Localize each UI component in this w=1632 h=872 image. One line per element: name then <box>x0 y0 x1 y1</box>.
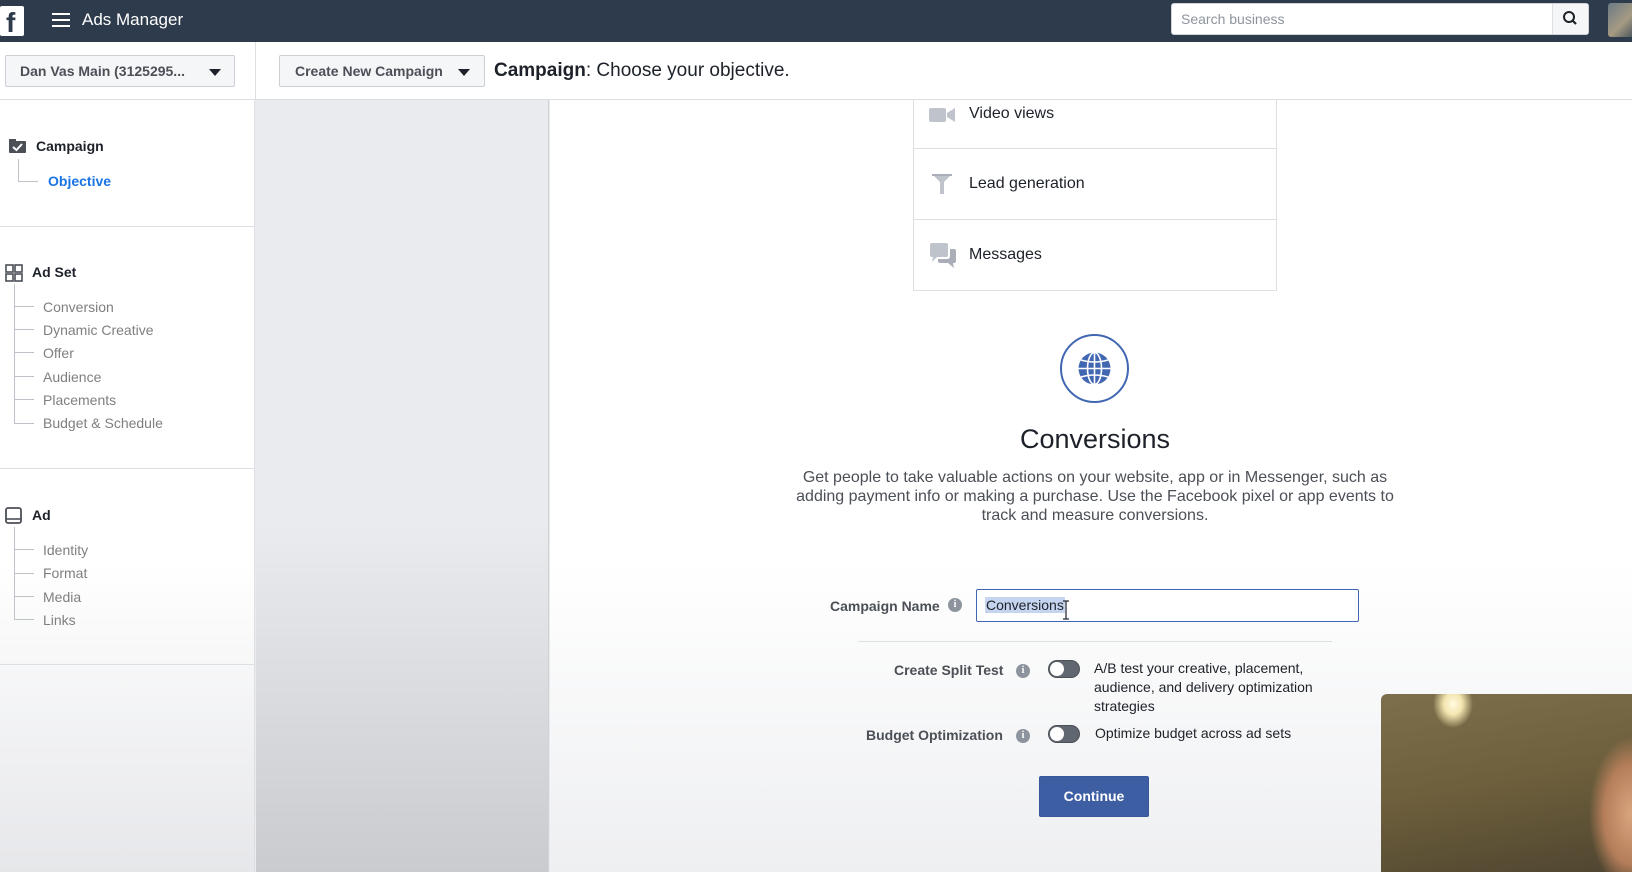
search-icon <box>1563 11 1577 25</box>
split-test-label: Create Split Test <box>894 662 1004 678</box>
campaign-checkbox-icon <box>9 139 26 153</box>
left-gutter <box>256 100 549 872</box>
info-icon[interactable]: i <box>1016 729 1030 743</box>
page-title-rest: : Choose your objective. <box>585 60 790 81</box>
tree-line <box>14 423 34 424</box>
create-new-campaign-button[interactable]: Create New Campaign <box>279 55 485 87</box>
objective-lead-generation[interactable]: Lead generation <box>914 149 1276 220</box>
campaign-name-label: Campaign Name <box>830 598 940 614</box>
objective-messages[interactable]: Messages <box>914 220 1276 290</box>
tree-line <box>14 619 34 620</box>
sidebar-item-budget-schedule[interactable]: Budget & Schedule <box>43 415 163 431</box>
split-test-toggle[interactable] <box>1048 660 1080 678</box>
create-new-campaign-label: Create New Campaign <box>295 63 443 79</box>
page-title-bold: Campaign <box>494 60 586 81</box>
page-title: Campaign: Choose your objective. <box>494 60 790 82</box>
account-selector[interactable]: Dan Vas Main (3125295... <box>5 55 235 87</box>
budget-optimization-label: Budget Optimization <box>866 727 1003 743</box>
tree-line <box>14 306 34 307</box>
sidebar-item-identity[interactable]: Identity <box>43 542 88 558</box>
tree-line <box>14 376 34 377</box>
top-nav-bar: f Ads Manager <box>0 0 1632 42</box>
sidebar-item-links[interactable]: Links <box>43 612 76 628</box>
divider <box>0 664 255 665</box>
facebook-logo[interactable]: f <box>0 6 24 38</box>
tree-line <box>14 284 15 424</box>
conversions-badge <box>1060 334 1129 403</box>
budget-optimization-description: Optimize budget across ad sets <box>1095 725 1292 741</box>
sidebar-item-placements[interactable]: Placements <box>43 392 116 408</box>
tree-line <box>18 181 38 182</box>
tree-line <box>14 329 34 330</box>
tree-line <box>14 549 34 550</box>
info-icon[interactable]: i <box>1016 664 1030 678</box>
objective-description: Get people to take valuable actions on y… <box>796 469 1394 524</box>
chevron-down-icon <box>458 69 470 76</box>
divider <box>0 468 255 469</box>
divider <box>0 226 255 227</box>
divider <box>255 42 256 100</box>
sidebar-item-media[interactable]: Media <box>43 589 81 605</box>
sidebar-item-audience[interactable]: Audience <box>43 369 101 385</box>
campaign-name-value: Conversions <box>985 597 1065 613</box>
objective-title: Conversions <box>1019 424 1171 454</box>
sidebar-section-ad[interactable]: Ad <box>32 507 51 523</box>
tree-line <box>18 159 19 181</box>
sidebar: Campaign Objective Ad Set Conversion Dyn… <box>0 100 255 872</box>
tree-line <box>14 399 34 400</box>
text-cursor-icon <box>1063 600 1069 620</box>
sub-header: Dan Vas Main (3125295... Create New Camp… <box>0 42 1632 100</box>
ad-set-grid-icon <box>5 264 23 282</box>
funnel-icon <box>932 174 952 194</box>
user-avatar[interactable] <box>1608 3 1632 37</box>
search-box <box>1171 3 1589 35</box>
sidebar-item-format[interactable]: Format <box>43 565 87 581</box>
tree-line <box>14 352 34 353</box>
app-title: Ads Manager <box>82 10 184 29</box>
split-test-description: A/B test your creative, placement, audie… <box>1094 660 1313 714</box>
sidebar-item-offer[interactable]: Offer <box>43 345 74 361</box>
objective-label: Lead generation <box>969 175 1085 192</box>
facebook-logo-glyph: f <box>6 7 16 38</box>
chat-bubbles-icon <box>930 243 956 268</box>
objective-label: Messages <box>969 246 1042 263</box>
webcam-overlay <box>1381 694 1632 872</box>
divider <box>858 641 1332 642</box>
sidebar-item-conversion[interactable]: Conversion <box>43 299 114 315</box>
ad-monitor-icon <box>5 507 22 524</box>
continue-button[interactable]: Continue <box>1039 776 1149 817</box>
video-camera-icon <box>929 108 955 122</box>
globe-icon <box>1078 351 1111 386</box>
budget-optimization-toggle[interactable] <box>1048 725 1080 743</box>
chevron-down-icon <box>209 69 221 76</box>
account-name: Dan Vas Main (3125295... <box>20 63 185 79</box>
sidebar-item-objective[interactable]: Objective <box>48 173 111 189</box>
sidebar-section-ad-set[interactable]: Ad Set <box>32 264 76 280</box>
sidebar-item-dynamic-creative[interactable]: Dynamic Creative <box>43 322 153 338</box>
objective-list: Video views Lead generation Messages <box>913 100 1277 291</box>
menu-icon[interactable] <box>52 13 70 27</box>
tree-line <box>14 596 34 597</box>
search-button[interactable] <box>1552 4 1588 34</box>
tree-line <box>14 573 34 574</box>
objective-video-views[interactable]: Video views <box>914 100 1276 149</box>
campaign-name-input[interactable]: Conversions <box>976 589 1359 622</box>
search-input[interactable] <box>1172 4 1554 34</box>
objective-label: Video views <box>969 105 1055 122</box>
sidebar-section-campaign[interactable]: Campaign <box>36 138 104 154</box>
info-icon[interactable]: i <box>948 598 962 612</box>
